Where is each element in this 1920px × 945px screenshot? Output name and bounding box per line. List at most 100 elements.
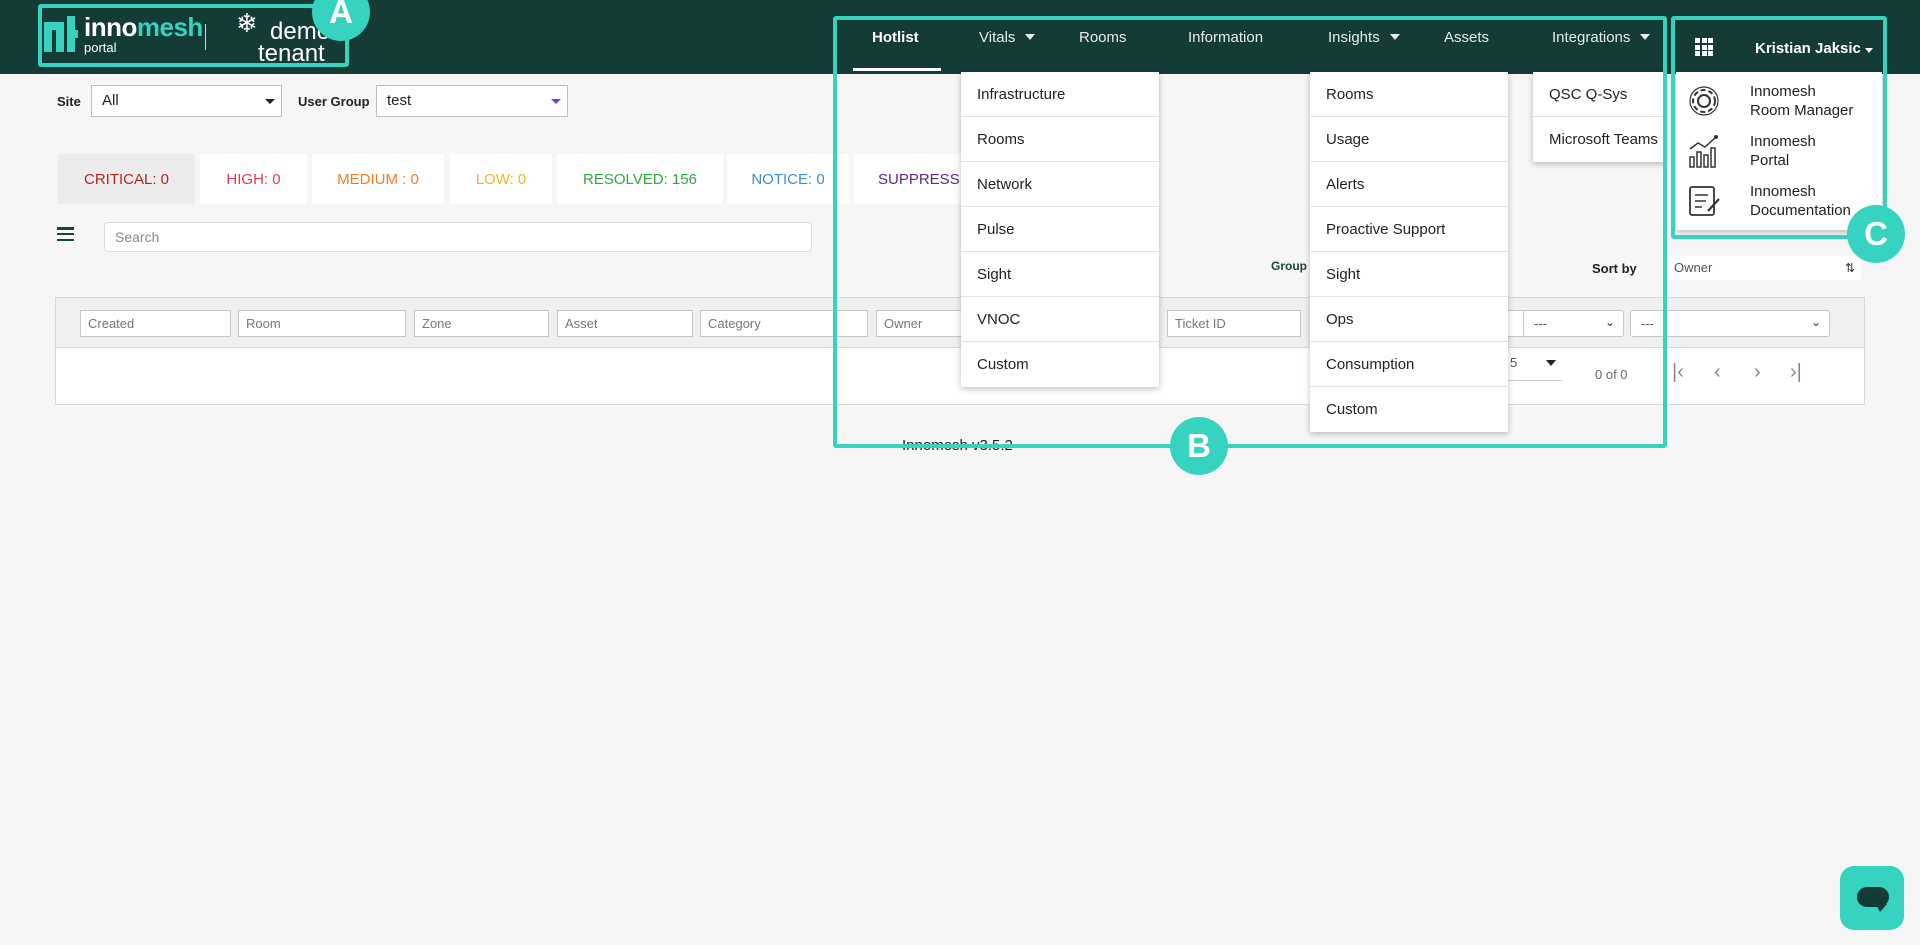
- filter-created[interactable]: Created: [80, 310, 231, 337]
- table-filter-row: Created Room Zone Asset Category Owner T…: [56, 298, 1864, 348]
- severity-medium[interactable]: MEDIUM : 0: [312, 154, 444, 204]
- menu-item-custom[interactable]: Custom: [961, 342, 1159, 387]
- search-input[interactable]: Search: [104, 222, 812, 252]
- chevron-down-icon: ⌄: [1604, 315, 1615, 329]
- sort-by-label: Sort by: [1592, 261, 1637, 276]
- caret-down-icon: [1546, 360, 1556, 366]
- next-page-icon[interactable]: ›: [1754, 362, 1761, 382]
- nav-insights[interactable]: Insights: [1328, 0, 1400, 74]
- caret-down-icon: [265, 99, 275, 104]
- caret-down-icon: [1025, 34, 1036, 40]
- search-placeholder: Search: [115, 229, 160, 245]
- severity-low[interactable]: LOW: 0: [450, 154, 552, 204]
- menu-item-pulse[interactable]: Pulse: [961, 207, 1159, 252]
- caret-down-icon: [551, 99, 561, 104]
- filter-category[interactable]: Category: [700, 310, 868, 337]
- nav-vitals[interactable]: Vitals: [979, 0, 1036, 74]
- menu-item-vnoc[interactable]: VNOC: [961, 297, 1159, 342]
- app-name-line-2: Portal: [1750, 152, 1790, 169]
- menu-item-rooms[interactable]: Rooms: [961, 117, 1159, 162]
- chart-icon: [1689, 135, 1718, 168]
- apps-grid-icon[interactable]: [1695, 38, 1713, 56]
- menu-item-infrastructure[interactable]: Infrastructure: [961, 72, 1159, 117]
- app-name-line-1: Innomesh: [1750, 133, 1816, 150]
- site-select-value: All: [102, 92, 119, 109]
- last-page-icon[interactable]: ›|: [1790, 362, 1802, 382]
- filter-ticket-id[interactable]: Ticket ID: [1167, 310, 1301, 337]
- user-name: Kristian Jaksic: [1755, 40, 1861, 57]
- sort-by-select[interactable]: Owner ⇅: [1665, 256, 1861, 280]
- annotation-badge-b: B: [1170, 417, 1228, 475]
- severity-resolved[interactable]: RESOLVED: 156: [557, 154, 723, 204]
- tenant-line-2: tenant: [258, 40, 325, 67]
- menu-item-consumption[interactable]: Consumption: [1310, 342, 1508, 387]
- chevron-down-icon: ⌄: [1810, 315, 1821, 329]
- menu-item-proactive-support[interactable]: Proactive Support: [1310, 207, 1508, 252]
- top-navigation-bar: innomesh portal ❄ demo tenant Hotlist Vi…: [0, 0, 1920, 74]
- menu-item-rooms[interactable]: Rooms: [1310, 72, 1508, 117]
- hotlist-table: Created Room Zone Asset Category Owner T…: [55, 297, 1865, 405]
- sort-by-value: Owner: [1674, 260, 1713, 275]
- app-name-line-1: Innomesh: [1750, 83, 1816, 100]
- filter-zone[interactable]: Zone: [414, 310, 549, 337]
- user-menu[interactable]: Kristian Jaksic: [1755, 40, 1873, 57]
- user-group-select-value: test: [387, 92, 412, 109]
- logo-mark-icon: [44, 16, 78, 52]
- nav-integrations[interactable]: Integrations: [1552, 0, 1651, 74]
- menu-item-qsc-q-sys[interactable]: QSC Q-Sys: [1533, 72, 1665, 117]
- vitals-dropdown-menu: Infrastructure Rooms Network Pulse Sight…: [961, 72, 1159, 387]
- app-portal[interactable]: Innomesh Portal: [1676, 126, 1882, 176]
- filter-asset[interactable]: Asset: [557, 310, 693, 337]
- first-page-icon[interactable]: |‹: [1672, 362, 1684, 382]
- integrations-dropdown-menu: QSC Q-Sys Microsoft Teams: [1533, 72, 1665, 162]
- nav-information[interactable]: Information: [1188, 0, 1263, 74]
- filter-room[interactable]: Room: [238, 310, 406, 337]
- annotation-badge-c: C: [1847, 205, 1905, 263]
- snowflake-icon: ❄: [236, 8, 258, 38]
- sort-order-icon[interactable]: ⇅: [1845, 261, 1855, 275]
- nav-assets[interactable]: Assets: [1444, 0, 1489, 74]
- active-tab-indicator: [853, 68, 941, 71]
- caret-down-icon: [1640, 34, 1651, 40]
- document-icon: [1689, 186, 1720, 216]
- menu-item-microsoft-teams[interactable]: Microsoft Teams: [1533, 117, 1665, 162]
- nav-rooms[interactable]: Rooms: [1079, 0, 1127, 74]
- severity-notice[interactable]: NOTICE: 0: [727, 154, 849, 204]
- app-name-line-1: Innomesh: [1750, 183, 1816, 200]
- menu-item-alerts[interactable]: Alerts: [1310, 162, 1508, 207]
- filter-owner[interactable]: Owner: [876, 310, 966, 337]
- caret-down-icon: [1864, 48, 1873, 53]
- severity-high[interactable]: HIGH: 0: [200, 154, 307, 204]
- gear-icon: [1689, 86, 1719, 116]
- app-name-line-2: Documentation: [1750, 202, 1851, 219]
- menu-item-custom[interactable]: Custom: [1310, 387, 1508, 432]
- site-select[interactable]: All: [91, 85, 282, 117]
- severity-suppressed[interactable]: SUPPRESS: [854, 154, 964, 204]
- menu-item-sight[interactable]: Sight: [1310, 252, 1508, 297]
- logo-subtitle: portal: [84, 40, 117, 55]
- hamburger-menu-icon[interactable]: [57, 227, 74, 241]
- version-label: Innomesh v3.5.2: [902, 437, 1013, 454]
- insights-dropdown-menu: Rooms Usage Alerts Proactive Support Sig…: [1310, 72, 1508, 432]
- page-count: 0 of 0: [1595, 367, 1628, 382]
- menu-item-network[interactable]: Network: [961, 162, 1159, 207]
- filter-select-1[interactable]: --- ⌄: [1523, 310, 1624, 337]
- severity-critical[interactable]: CRITICAL: 0: [58, 154, 195, 204]
- app-room-manager[interactable]: Innomesh Room Manager: [1676, 76, 1882, 126]
- user-group-select[interactable]: test: [376, 85, 568, 117]
- chat-launcher-button[interactable]: [1840, 866, 1904, 930]
- logo-text-mesh: mesh: [136, 12, 203, 42]
- caret-down-icon: [1389, 34, 1400, 40]
- site-label: Site: [57, 94, 81, 109]
- innomesh-portal-logo[interactable]: innomesh portal: [44, 14, 203, 54]
- menu-item-usage[interactable]: Usage: [1310, 117, 1508, 162]
- filter-select-2[interactable]: --- ⌄: [1630, 310, 1830, 337]
- menu-item-sight[interactable]: Sight: [961, 252, 1159, 297]
- menu-item-ops[interactable]: Ops: [1310, 297, 1508, 342]
- page-size-select[interactable]: 5: [1510, 355, 1556, 370]
- group-label: Group: [1271, 259, 1307, 273]
- logo-text-inno: inno: [84, 12, 137, 42]
- app-name-line-2: Room Manager: [1750, 102, 1854, 119]
- previous-page-icon[interactable]: ‹: [1714, 362, 1721, 382]
- nav-hotlist[interactable]: Hotlist: [872, 0, 919, 74]
